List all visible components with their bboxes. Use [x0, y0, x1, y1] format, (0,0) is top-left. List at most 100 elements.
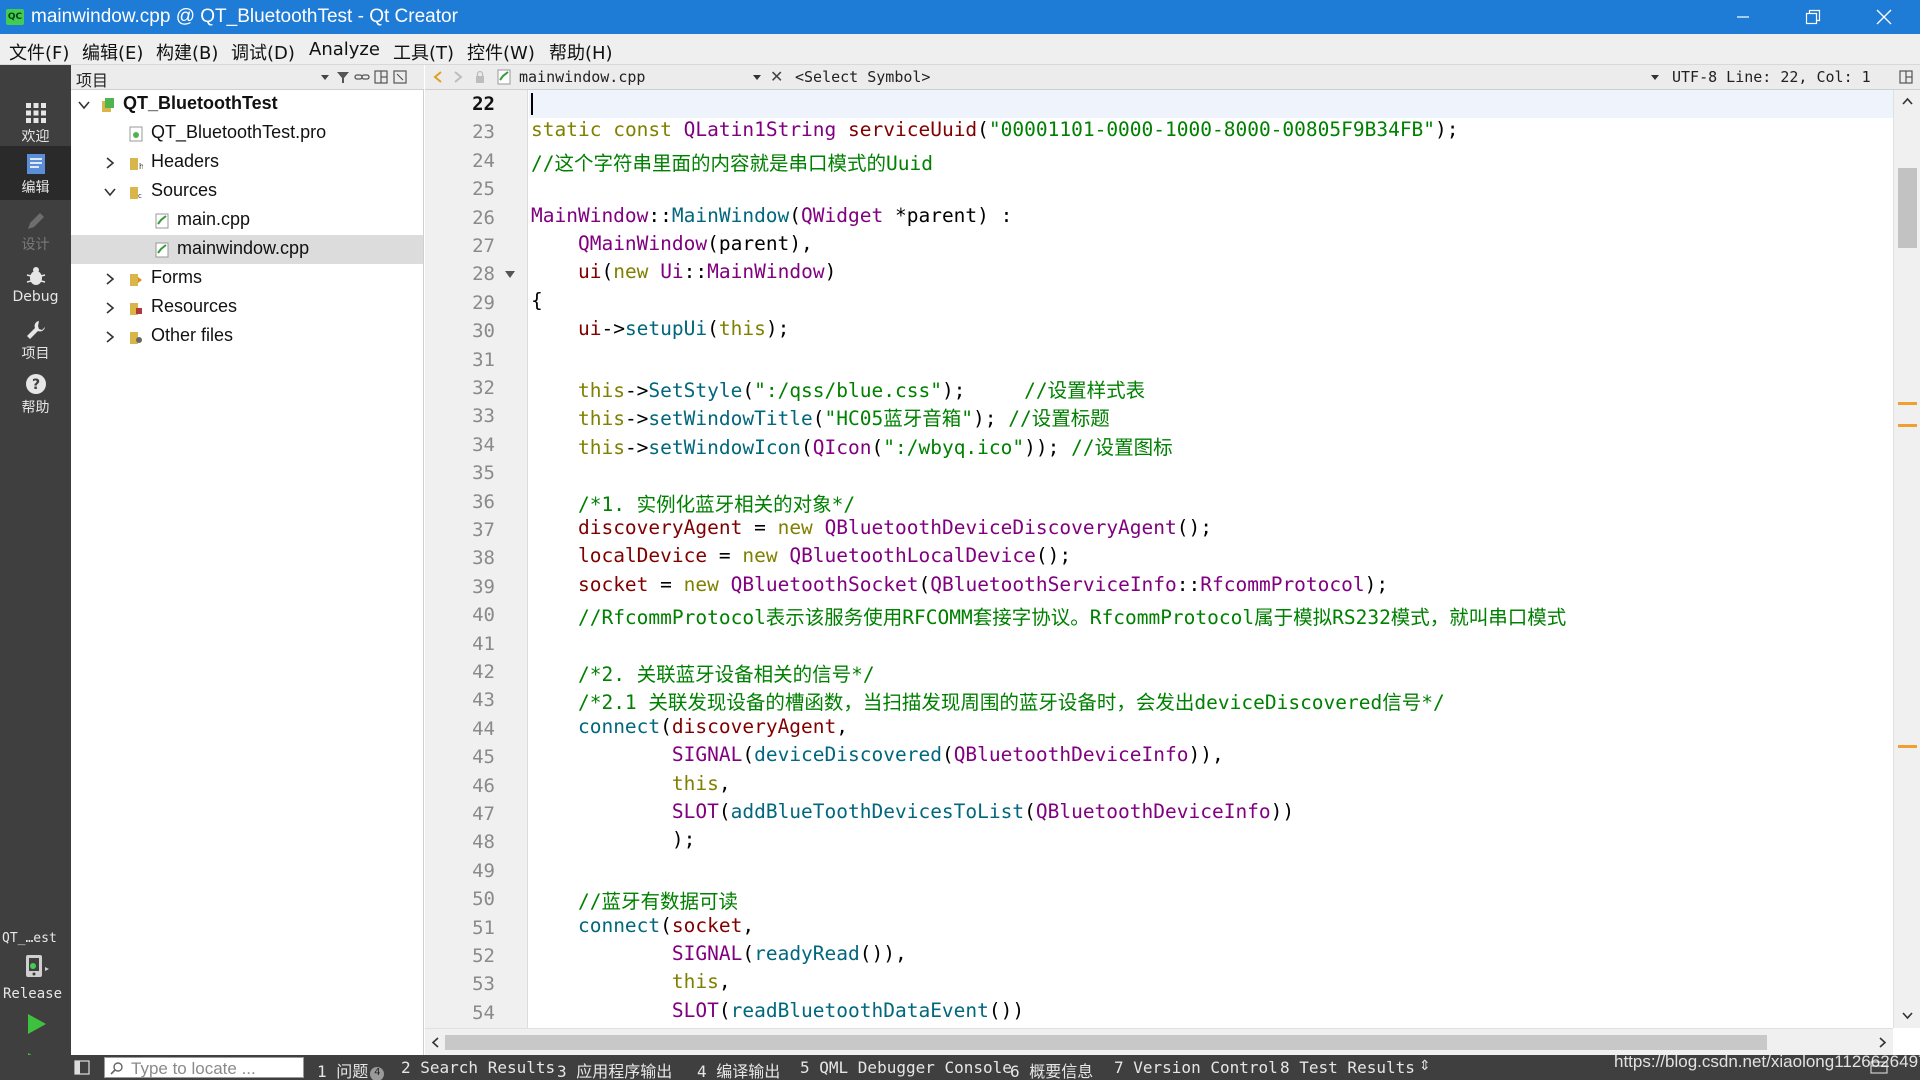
minimize-button[interactable]	[1714, 0, 1772, 34]
code-line: {	[531, 288, 543, 312]
chevron-down-icon[interactable]	[77, 98, 91, 112]
chevron-right-icon[interactable]	[103, 330, 117, 344]
scroll-marker	[1898, 424, 1917, 427]
pane-dropdown-icon[interactable]	[317, 69, 333, 85]
code-line: SLOT(readBluetoothDataEvent())	[671, 998, 1025, 1022]
chevron-right-icon[interactable]	[103, 272, 117, 286]
menu-help[interactable]: 帮助(H)	[549, 39, 613, 65]
line-number: 27	[472, 235, 495, 257]
chevron-down-icon[interactable]	[103, 185, 117, 199]
chevron-down-icon[interactable]	[1651, 75, 1659, 80]
tab-compile-output[interactable]: 4 编译输出	[697, 1058, 780, 1080]
scroll-right-icon[interactable]	[1875, 1035, 1890, 1050]
menu-edit[interactable]: 编辑(E)	[82, 39, 143, 65]
code-line: //RfcommProtocol表示该服务使用RFCOMM套接字协议。Rfcom…	[577, 606, 1567, 630]
tree-item-other-files[interactable]: Other files	[71, 322, 423, 351]
close-document-icon[interactable]: ✕	[770, 67, 783, 86]
mode-design-label: 设计	[21, 237, 50, 253]
mode-design[interactable]: 设计	[0, 203, 71, 257]
vertical-scroll-thumb[interactable]	[1898, 168, 1917, 248]
mode-help[interactable]: ? 帮助	[0, 366, 71, 420]
mode-debug[interactable]: Debug	[0, 258, 71, 312]
mode-projects[interactable]: 项目	[0, 312, 71, 366]
toggle-sidebar-icon[interactable]	[74, 1060, 90, 1075]
close-button[interactable]	[1855, 0, 1913, 34]
svg-text:c: c	[138, 192, 142, 200]
menu-debug[interactable]: 调试(D)	[231, 39, 295, 65]
lock-icon[interactable]	[473, 69, 487, 85]
forward-arrow-icon[interactable]	[451, 69, 465, 85]
line-number: 48	[472, 831, 495, 854]
menu-widgets[interactable]: 控件(W)	[467, 39, 535, 65]
chevron-down-icon[interactable]	[753, 75, 761, 80]
line-number: 30	[472, 320, 495, 343]
line-number: 22	[472, 93, 495, 115]
menu-analyze[interactable]: Analyze	[309, 39, 380, 60]
code-line: );	[671, 828, 696, 852]
filter-icon[interactable]	[335, 69, 351, 85]
tab-qml-debugger-console[interactable]: 5 QML Debugger Console	[800, 1058, 1012, 1077]
open-file-combo[interactable]: mainwindow.cpp	[519, 68, 645, 86]
tab-search-results[interactable]: 2 Search Results	[401, 1058, 555, 1077]
tree-item-resources[interactable]: Resources	[71, 293, 423, 322]
tab-general-messages[interactable]: 6 概要信息	[1010, 1058, 1093, 1080]
folder-ui-icon	[130, 274, 142, 286]
line-number: 29	[472, 291, 495, 314]
chevron-right-icon[interactable]	[103, 156, 117, 170]
horizontal-scroll-thumb[interactable]	[445, 1035, 1767, 1050]
chevron-right-icon[interactable]	[103, 301, 117, 315]
line-number-gutter[interactable]: 22 23 24 25 26 27 28 29 30 31 32 33 34 35 36 37 38 39 40 41…	[425, 90, 528, 1028]
folder-other-icon	[130, 332, 142, 344]
tree-item-forms[interactable]: Forms	[71, 264, 423, 293]
tree-item-main-cpp[interactable]: main.cpp	[71, 206, 423, 235]
menu-build[interactable]: 构建(B)	[156, 39, 218, 65]
code-editor[interactable]: static const QLatin1String serviceUuid("…	[529, 90, 1893, 1028]
pro-file-icon	[129, 126, 143, 142]
tree-item-headers[interactable]: h Headers	[71, 148, 423, 177]
bug-icon	[26, 267, 45, 285]
pane-size-toggle-icon[interactable]: ⇕	[1419, 1058, 1431, 1074]
folder-qrc-icon	[130, 303, 142, 315]
issues-count-badge: 4	[370, 1067, 385, 1080]
line-number: 51	[472, 916, 495, 939]
close-pane-icon[interactable]	[392, 69, 408, 85]
back-arrow-icon[interactable]	[431, 69, 445, 85]
scroll-up-icon[interactable]	[1900, 94, 1915, 109]
tab-issues[interactable]: 1 问题 4	[317, 1058, 385, 1080]
symbol-combo[interactable]: <Select Symbol>	[795, 68, 930, 86]
tab-version-control[interactable]: 7 Version Control	[1114, 1058, 1278, 1077]
kit-selector-button[interactable]	[24, 953, 50, 983]
split-editor-icon[interactable]	[1898, 69, 1914, 85]
link-icon[interactable]	[354, 69, 370, 85]
tree-label: Headers	[151, 151, 220, 171]
line-number: 38	[472, 547, 495, 570]
menu-tools[interactable]: 工具(T)	[393, 39, 454, 65]
mode-welcome[interactable]: 欢迎	[0, 95, 71, 149]
cpp-file-icon	[155, 213, 169, 229]
tab-test-results[interactable]: 8 Test Results	[1280, 1058, 1415, 1077]
encoding-position-status[interactable]: UTF-8 Line: 22, Col: 1	[1672, 68, 1871, 86]
horizontal-scrollbar[interactable]	[425, 1028, 1893, 1055]
mode-edit[interactable]: 编辑	[0, 146, 71, 200]
tree-item-pro-file[interactable]: QT_BluetoothTest.pro	[71, 119, 423, 148]
line-number: 41	[472, 632, 495, 655]
scroll-left-icon[interactable]	[428, 1035, 443, 1050]
restore-button[interactable]	[1784, 0, 1842, 34]
line-number: 32	[472, 377, 495, 399]
tree-label: QT_BluetoothTest	[123, 93, 278, 113]
split-pane-icon[interactable]	[373, 69, 389, 85]
tree-item-mainwindow-cpp[interactable]: mainwindow.cpp	[71, 235, 423, 264]
mode-help-label: 帮助	[21, 400, 50, 416]
tree-item-sources[interactable]: c Sources	[71, 177, 423, 206]
run-icon[interactable]	[22, 1010, 50, 1038]
window-title: mainwindow.cpp @ QT_BluetoothTest - Qt C…	[31, 6, 458, 27]
tree-item-project-root[interactable]: QT_BluetoothTest	[71, 90, 423, 119]
scroll-down-icon[interactable]	[1900, 1008, 1915, 1023]
line-number: 50	[472, 888, 495, 911]
menu-file[interactable]: 文件(F)	[9, 39, 69, 65]
tab-application-output[interactable]: 3 应用程序输出	[557, 1058, 672, 1080]
code-line: /*2. 关联蓝牙设备相关的信号*/	[577, 663, 875, 686]
fold-toggle-icon[interactable]	[505, 271, 515, 279]
vertical-scrollbar[interactable]	[1893, 90, 1920, 1028]
locator-input[interactable]: Type to locate ...	[104, 1057, 304, 1078]
